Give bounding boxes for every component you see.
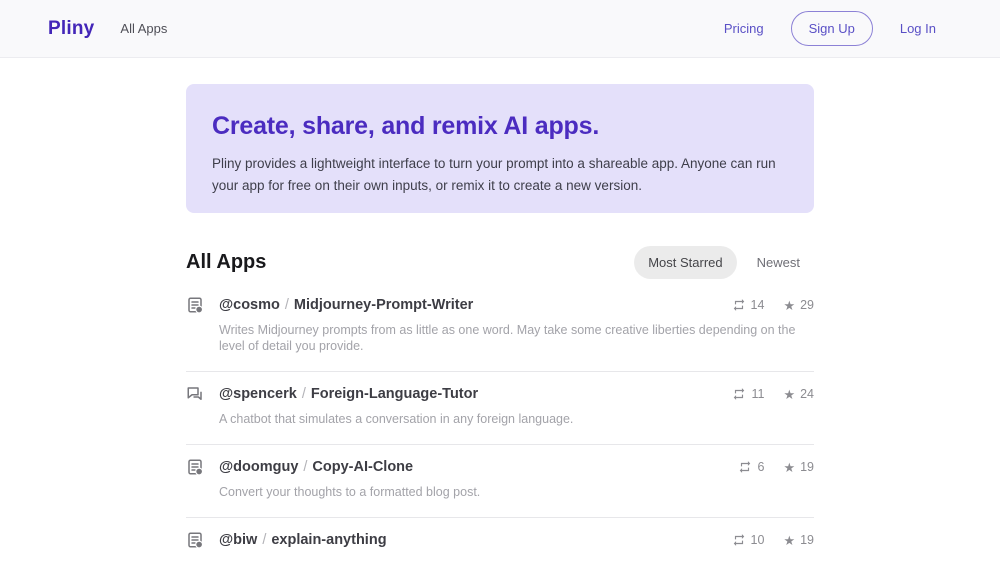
hero-description: Pliny provides a lightweight interface t… (212, 153, 788, 198)
app-description: A chatbot that simulates a conversation … (219, 411, 809, 427)
app-stats: 11 ★ 24 (732, 387, 814, 401)
star-count: 19 (800, 460, 814, 474)
filter-most-starred[interactable]: Most Starred (634, 246, 736, 279)
remix-stat: 11 (732, 387, 764, 401)
star-stat: ★ 19 (783, 533, 814, 547)
remix-count: 14 (751, 298, 765, 312)
remix-icon (732, 533, 746, 547)
main-content: Create, share, and remix AI apps. Pliny … (186, 84, 814, 566)
nav-link-pricing[interactable]: Pricing (724, 21, 764, 36)
app-author: @biw (219, 532, 257, 548)
app-row[interactable]: @doomguy/Copy-AI-Clone 6 ★ 19 Convert yo… (186, 445, 814, 518)
app-name: explain-anything (271, 532, 386, 548)
app-description: Convert your thoughts to a formatted blo… (219, 484, 809, 500)
star-count: 24 (800, 387, 814, 401)
app-name: Midjourney-Prompt-Writer (294, 297, 473, 313)
star-icon: ★ (783, 534, 795, 547)
star-icon: ★ (783, 299, 795, 312)
remix-stat: 10 (732, 533, 765, 547)
remix-icon (732, 387, 746, 401)
app-title: @biw/explain-anything (219, 531, 387, 549)
app-list: @cosmo/Midjourney-Prompt-Writer 14 ★ 29 … (186, 283, 814, 566)
top-navbar: Pliny All Apps Pricing Sign Up Log In (0, 0, 1000, 58)
app-name: Copy-AI-Clone (312, 459, 413, 475)
app-author: @spencerk (219, 386, 297, 402)
remix-count: 10 (751, 533, 765, 547)
list-header: All Apps Most Starred Newest (186, 246, 814, 279)
nav-right: Pricing Sign Up Log In (724, 11, 936, 46)
app-stats: 14 ★ 29 (732, 298, 814, 312)
app-stats: 6 ★ 19 (738, 460, 814, 474)
app-stats: 10 ★ 19 (732, 533, 814, 547)
title-separator: / (280, 297, 294, 313)
list-heading: All Apps (186, 251, 266, 274)
hero-banner: Create, share, and remix AI apps. Pliny … (186, 84, 814, 213)
hero-title: Create, share, and remix AI apps. (212, 112, 788, 141)
remix-icon (738, 460, 752, 474)
signup-button[interactable]: Sign Up (791, 11, 873, 46)
chat-icon (186, 385, 204, 403)
star-stat: ★ 19 (783, 460, 814, 474)
star-stat: ★ 24 (783, 387, 814, 401)
remix-icon (732, 298, 746, 312)
document-icon (186, 531, 204, 549)
remix-count: 11 (751, 387, 764, 401)
document-icon (186, 458, 204, 476)
app-title: @spencerk/Foreign-Language-Tutor (219, 385, 478, 403)
nav-link-all-apps[interactable]: All Apps (120, 21, 167, 36)
star-count: 29 (800, 298, 814, 312)
app-description: Writes Midjourney prompts from as little… (219, 322, 809, 354)
app-row[interactable]: @spencerk/Foreign-Language-Tutor 11 ★ 24… (186, 372, 814, 445)
app-name: Foreign-Language-Tutor (311, 386, 478, 402)
document-icon (186, 296, 204, 314)
app-row-main: @doomguy/Copy-AI-Clone 6 ★ 19 (186, 458, 814, 476)
filter-newest[interactable]: Newest (743, 246, 814, 279)
remix-stat: 14 (732, 298, 765, 312)
title-separator: / (257, 532, 271, 548)
remix-stat: 6 (738, 460, 764, 474)
app-title: @doomguy/Copy-AI-Clone (219, 458, 413, 476)
app-row[interactable]: @biw/explain-anything 10 ★ 19 (186, 518, 814, 566)
app-row-main: @spencerk/Foreign-Language-Tutor 11 ★ 24 (186, 385, 814, 403)
app-author: @doomguy (219, 459, 298, 475)
app-row-main: @biw/explain-anything 10 ★ 19 (186, 531, 814, 549)
sort-filters: Most Starred Newest (634, 246, 814, 279)
star-count: 19 (800, 533, 814, 547)
star-stat: ★ 29 (783, 298, 814, 312)
remix-count: 6 (757, 460, 764, 474)
star-icon: ★ (783, 388, 795, 401)
app-row-main: @cosmo/Midjourney-Prompt-Writer 14 ★ 29 (186, 296, 814, 314)
nav-link-login[interactable]: Log In (900, 21, 936, 36)
app-row[interactable]: @cosmo/Midjourney-Prompt-Writer 14 ★ 29 … (186, 283, 814, 372)
star-icon: ★ (783, 461, 795, 474)
app-title: @cosmo/Midjourney-Prompt-Writer (219, 296, 473, 314)
title-separator: / (298, 459, 312, 475)
title-separator: / (297, 386, 311, 402)
brand-logo[interactable]: Pliny (48, 18, 94, 40)
app-author: @cosmo (219, 297, 280, 313)
